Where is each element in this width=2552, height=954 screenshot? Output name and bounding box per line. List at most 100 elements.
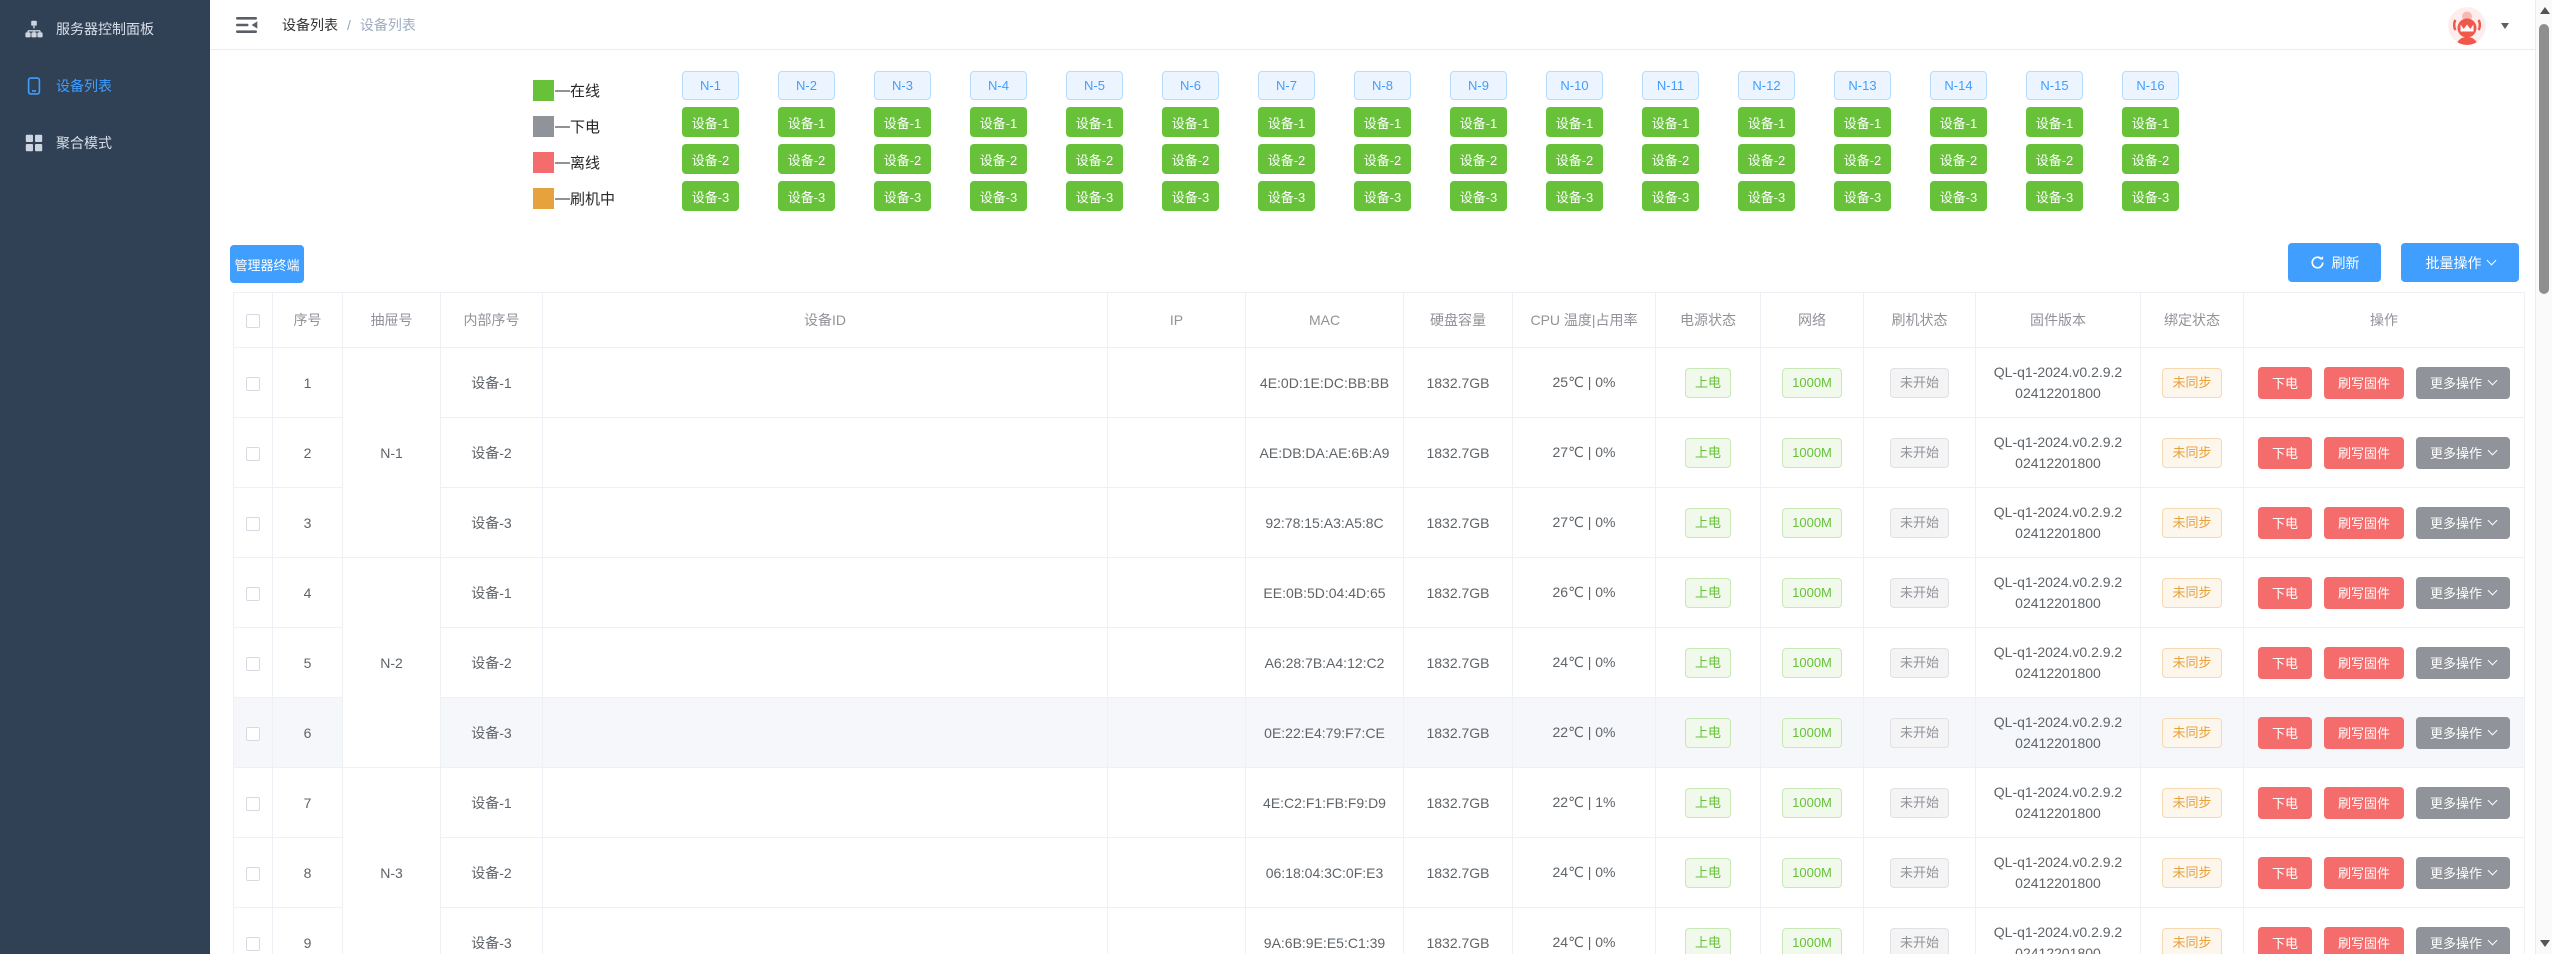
flash-firmware-button[interactable]: 刷写固件 (2324, 577, 2404, 609)
flash-firmware-button[interactable]: 刷写固件 (2324, 857, 2404, 889)
more-actions-button[interactable]: 更多操作 (2416, 507, 2510, 539)
node-button[interactable]: N-1 (682, 71, 739, 100)
power-off-button[interactable]: 下电 (2258, 367, 2312, 399)
power-off-button[interactable]: 下电 (2258, 507, 2312, 539)
power-off-button[interactable]: 下电 (2258, 787, 2312, 819)
device-button[interactable]: 设备-2 (682, 144, 739, 174)
device-button[interactable]: 设备-2 (1738, 144, 1795, 174)
scrollbar-down-arrow-icon[interactable] (2540, 940, 2550, 947)
more-actions-button[interactable]: 更多操作 (2416, 437, 2510, 469)
node-button[interactable]: N-7 (1258, 71, 1315, 100)
more-actions-button[interactable]: 更多操作 (2416, 647, 2510, 679)
manager-terminal-button[interactable]: 管理器终端 (230, 245, 304, 283)
device-button[interactable]: 设备-2 (874, 144, 931, 174)
device-button[interactable]: 设备-2 (1066, 144, 1123, 174)
node-button[interactable]: N-3 (874, 71, 931, 100)
device-button[interactable]: 设备-3 (1066, 181, 1123, 211)
node-button[interactable]: N-4 (970, 71, 1027, 100)
device-button[interactable]: 设备-3 (2122, 181, 2179, 211)
node-button[interactable]: N-11 (1642, 71, 1699, 100)
device-button[interactable]: 设备-1 (1930, 107, 1987, 137)
device-button[interactable]: 设备-1 (1066, 107, 1123, 137)
node-button[interactable]: N-10 (1546, 71, 1603, 100)
device-button[interactable]: 设备-3 (1162, 181, 1219, 211)
device-button[interactable]: 设备-2 (1834, 144, 1891, 174)
node-button[interactable]: N-2 (778, 71, 835, 100)
device-button[interactable]: 设备-1 (1546, 107, 1603, 137)
device-button[interactable]: 设备-1 (1162, 107, 1219, 137)
device-button[interactable]: 设备-3 (1834, 181, 1891, 211)
more-actions-button[interactable]: 更多操作 (2416, 717, 2510, 749)
device-button[interactable]: 设备-3 (1738, 181, 1795, 211)
node-button[interactable]: N-13 (1834, 71, 1891, 100)
power-off-button[interactable]: 下电 (2258, 647, 2312, 679)
avatar[interactable] (2448, 7, 2486, 45)
device-button[interactable]: 设备-1 (1642, 107, 1699, 137)
row-checkbox[interactable] (246, 587, 260, 601)
power-off-button[interactable]: 下电 (2258, 927, 2312, 954)
scrollbar-up-arrow-icon[interactable] (2540, 7, 2550, 14)
power-off-button[interactable]: 下电 (2258, 857, 2312, 889)
row-checkbox[interactable] (246, 447, 260, 461)
device-button[interactable]: 设备-2 (970, 144, 1027, 174)
device-button[interactable]: 设备-2 (1162, 144, 1219, 174)
device-button[interactable]: 设备-1 (1354, 107, 1411, 137)
device-button[interactable]: 设备-2 (1546, 144, 1603, 174)
row-checkbox[interactable] (246, 377, 260, 391)
node-button[interactable]: N-12 (1738, 71, 1795, 100)
device-button[interactable]: 设备-1 (1450, 107, 1507, 137)
device-button[interactable]: 设备-2 (1642, 144, 1699, 174)
row-checkbox[interactable] (246, 937, 260, 951)
select-all-checkbox[interactable] (246, 314, 260, 328)
node-button[interactable]: N-16 (2122, 71, 2179, 100)
sidebar-collapse-icon[interactable] (236, 16, 258, 34)
node-button[interactable]: N-8 (1354, 71, 1411, 100)
device-button[interactable]: 设备-3 (1546, 181, 1603, 211)
device-button[interactable]: 设备-2 (778, 144, 835, 174)
flash-firmware-button[interactable]: 刷写固件 (2324, 787, 2404, 819)
sidebar-item-aggregate-mode[interactable]: 聚合模式 (0, 114, 210, 171)
user-dropdown-caret-icon[interactable] (2501, 23, 2509, 29)
more-actions-button[interactable]: 更多操作 (2416, 857, 2510, 889)
device-button[interactable]: 设备-1 (778, 107, 835, 137)
node-button[interactable]: N-14 (1930, 71, 1987, 100)
flash-firmware-button[interactable]: 刷写固件 (2324, 927, 2404, 954)
row-checkbox[interactable] (246, 867, 260, 881)
device-button[interactable]: 设备-1 (2026, 107, 2083, 137)
device-button[interactable]: 设备-3 (1354, 181, 1411, 211)
device-button[interactable]: 设备-3 (682, 181, 739, 211)
power-off-button[interactable]: 下电 (2258, 717, 2312, 749)
device-button[interactable]: 设备-3 (1258, 181, 1315, 211)
more-actions-button[interactable]: 更多操作 (2416, 927, 2510, 954)
device-button[interactable]: 设备-3 (1930, 181, 1987, 211)
flash-firmware-button[interactable]: 刷写固件 (2324, 647, 2404, 679)
breadcrumb-item-device-list[interactable]: 设备列表 (282, 15, 338, 35)
device-button[interactable]: 设备-2 (2122, 144, 2179, 174)
more-actions-button[interactable]: 更多操作 (2416, 787, 2510, 819)
scrollbar-thumb[interactable] (2539, 24, 2549, 294)
power-off-button[interactable]: 下电 (2258, 437, 2312, 469)
row-checkbox[interactable] (246, 797, 260, 811)
more-actions-button[interactable]: 更多操作 (2416, 367, 2510, 399)
power-off-button[interactable]: 下电 (2258, 577, 2312, 609)
device-button[interactable]: 设备-1 (2122, 107, 2179, 137)
device-button[interactable]: 设备-3 (778, 181, 835, 211)
device-button[interactable]: 设备-1 (1834, 107, 1891, 137)
sidebar-item-server-control-panel[interactable]: 服务器控制面板 (0, 0, 210, 57)
node-button[interactable]: N-15 (2026, 71, 2083, 100)
sidebar-item-device-list[interactable]: 设备列表 (0, 57, 210, 114)
node-button[interactable]: N-6 (1162, 71, 1219, 100)
node-button[interactable]: N-9 (1450, 71, 1507, 100)
device-button[interactable]: 设备-1 (682, 107, 739, 137)
device-button[interactable]: 设备-3 (1642, 181, 1699, 211)
device-button[interactable]: 设备-1 (970, 107, 1027, 137)
batch-operations-button[interactable]: 批量操作 (2401, 243, 2519, 282)
device-button[interactable]: 设备-1 (874, 107, 931, 137)
device-button[interactable]: 设备-1 (1738, 107, 1795, 137)
row-checkbox[interactable] (246, 727, 260, 741)
flash-firmware-button[interactable]: 刷写固件 (2324, 717, 2404, 749)
flash-firmware-button[interactable]: 刷写固件 (2324, 437, 2404, 469)
refresh-button[interactable]: 刷新 (2288, 243, 2381, 282)
device-button[interactable]: 设备-3 (874, 181, 931, 211)
device-button[interactable]: 设备-2 (2026, 144, 2083, 174)
